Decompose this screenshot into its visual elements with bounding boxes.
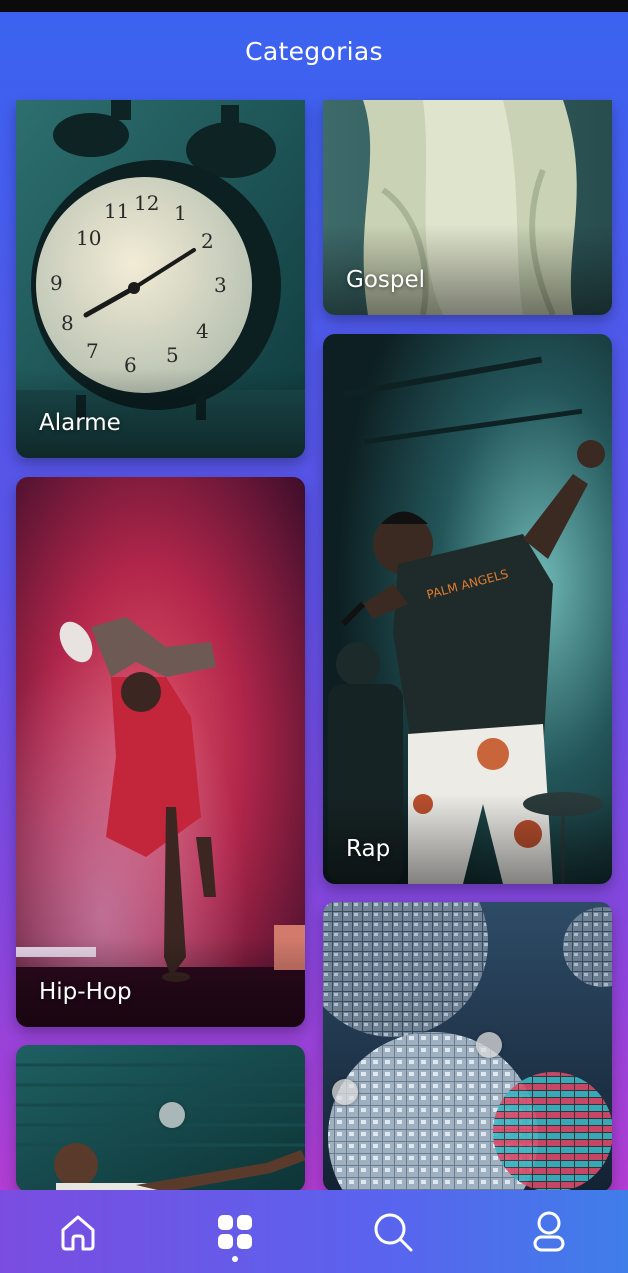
sparkle-dot [476, 1032, 502, 1058]
svg-text:10: 10 [76, 226, 101, 250]
disco-balls-image [323, 902, 612, 1192]
search-icon [374, 1213, 413, 1252]
nav-profile[interactable] [521, 1204, 577, 1260]
svg-text:3: 3 [214, 273, 227, 297]
category-card-hip-hop[interactable]: Hip-Hop [16, 477, 305, 1027]
category-card-alarme[interactable]: 12 1 2 3 4 5 6 7 8 9 10 11 Alarme [16, 100, 305, 458]
nav-home[interactable] [50, 1204, 106, 1260]
page-title: Categorias [245, 36, 383, 66]
home-icon [61, 1215, 95, 1251]
nav-search[interactable] [365, 1204, 421, 1260]
sparkle-dot [159, 1102, 185, 1128]
category-card-dance[interactable] [16, 1045, 305, 1192]
profile-icon [533, 1211, 565, 1252]
svg-text:8: 8 [61, 311, 74, 335]
svg-text:11: 11 [104, 199, 129, 223]
svg-text:4: 4 [196, 319, 209, 343]
category-card-rap[interactable]: PALM ANGELS Rap [323, 334, 612, 884]
status-bar [0, 0, 628, 12]
svg-text:12: 12 [134, 191, 159, 215]
svg-text:7: 7 [86, 339, 99, 363]
svg-text:2: 2 [201, 229, 214, 253]
grid-icon [218, 1215, 252, 1249]
svg-text:9: 9 [50, 271, 63, 295]
svg-text:1: 1 [174, 201, 187, 225]
nav-categories[interactable] [207, 1204, 263, 1260]
category-label: Rap [346, 836, 391, 862]
category-label: Gospel [346, 267, 426, 293]
category-card-gospel[interactable]: Gospel [323, 100, 612, 315]
svg-text:5: 5 [166, 343, 179, 367]
category-card-disco[interactable] [323, 902, 612, 1192]
active-indicator [232, 1256, 238, 1262]
bottom-nav [0, 1190, 628, 1273]
category-label: Alarme [39, 410, 121, 436]
header: Categorias [0, 12, 628, 90]
category-label: Hip-Hop [39, 979, 132, 1005]
sparkle-dot [332, 1079, 358, 1105]
